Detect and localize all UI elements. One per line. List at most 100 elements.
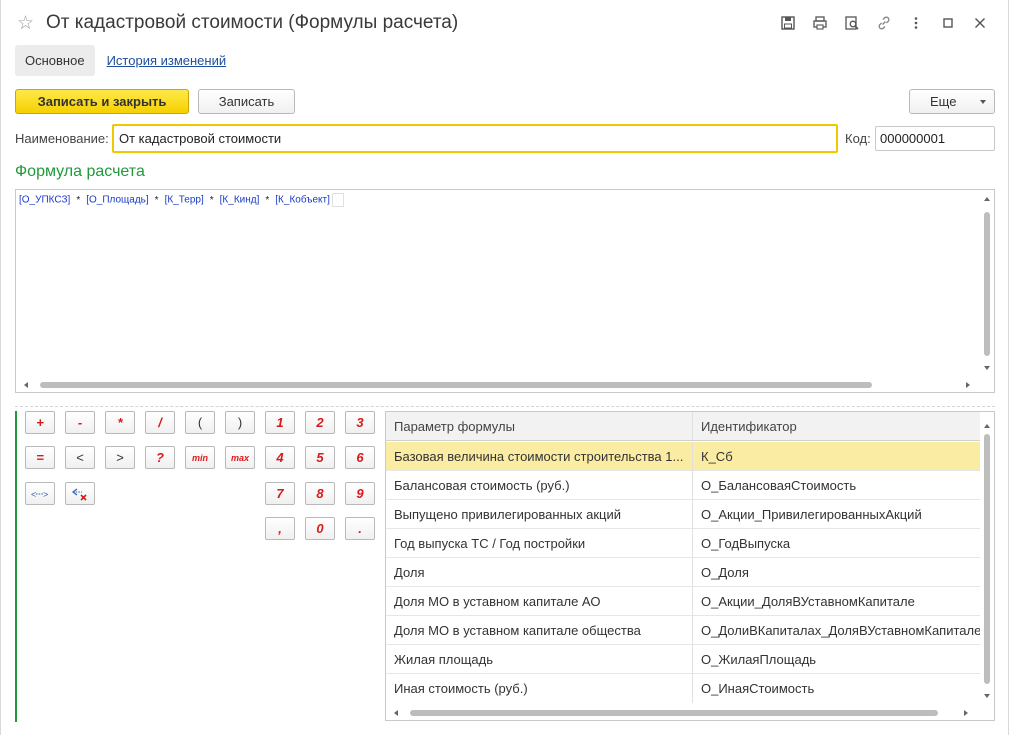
more-vertical-icon[interactable] — [900, 12, 932, 34]
table-vertical-scrollbar[interactable] — [980, 412, 994, 707]
calc-divide-button[interactable]: / — [145, 411, 175, 434]
calc-digit-2-button[interactable]: 2 — [305, 411, 335, 434]
scroll-right-icon[interactable] — [966, 382, 970, 388]
scroll-thumb[interactable] — [984, 212, 990, 356]
calc-digit-3-button[interactable]: 3 — [345, 411, 375, 434]
table-row[interactable]: Доля О_Доля — [386, 558, 980, 587]
write-and-close-button[interactable]: Записать и закрыть — [15, 89, 189, 114]
param-cell: Доля — [386, 558, 693, 586]
table-row[interactable]: Доля МО в уставном капитале общества О_Д… — [386, 616, 980, 645]
calc-multiply-button[interactable]: * — [105, 411, 135, 434]
id-cell: О_БалансоваяСтоимость — [701, 477, 857, 493]
section-divider — [15, 406, 995, 407]
title-bar: ☆ От кадастровой стоимости (Формулы расч… — [1, 0, 1008, 46]
calc-swap-button[interactable]: < > — [25, 482, 55, 505]
table-row[interactable]: Доля МО в уставном капитале АО О_Акции_Д… — [386, 587, 980, 616]
calc-clear-button[interactable] — [65, 482, 95, 505]
scroll-down-icon[interactable] — [984, 366, 990, 370]
table-row[interactable]: Выпущено привилегированных акций О_Акции… — [386, 500, 980, 529]
write-button[interactable]: Записать — [198, 89, 295, 114]
calc-minus-button[interactable]: - — [65, 411, 95, 434]
calc-open-paren-button[interactable]: ( — [185, 411, 215, 434]
scroll-left-icon[interactable] — [24, 382, 28, 388]
id-cell: К_Сб — [701, 448, 733, 464]
column-header-id[interactable]: Идентификатор — [693, 412, 980, 440]
formula-operator: * — [209, 194, 214, 206]
id-cell: О_Акции_ДоляВУставномКапитале — [701, 593, 915, 609]
scroll-down-icon[interactable] — [984, 694, 990, 698]
svg-text:>: > — [43, 489, 48, 499]
print-icon[interactable] — [804, 12, 836, 34]
close-icon[interactable] — [964, 12, 996, 34]
table-row[interactable]: Жилая площадь О_ЖилаяПлощадь — [386, 645, 980, 674]
chevron-down-icon — [980, 100, 986, 104]
scroll-left-icon[interactable] — [394, 710, 398, 716]
table-row[interactable]: Базовая величина стоимости строительства… — [386, 442, 980, 471]
formula-horizontal-scrollbar[interactable] — [16, 378, 982, 392]
more-button[interactable]: Еще — [909, 89, 995, 114]
calc-close-paren-button[interactable]: ) — [225, 411, 255, 434]
formula-params-table[interactable]: Параметр формулы Идентификатор Базовая в… — [385, 411, 995, 721]
formula-editor[interactable]: [О_УПКСЗ] * [О_Площадь] * [К_Терр] * [К_Кинд] *… — [15, 189, 995, 393]
calc-greater-button[interactable]: > — [105, 446, 135, 469]
table-horizontal-scrollbar[interactable] — [386, 706, 980, 720]
favorite-star-icon[interactable]: ☆ — [17, 12, 34, 35]
calc-digit-9-button[interactable]: 9 — [345, 482, 375, 505]
id-cell: О_Акции_ПривилегированныхАкций — [701, 506, 922, 522]
title-bar-actions — [772, 12, 996, 34]
calc-less-button[interactable]: < — [65, 446, 95, 469]
id-cell: О_Доля — [701, 564, 749, 580]
calc-comma-button[interactable]: , — [265, 517, 295, 540]
calc-digit-5-button[interactable]: 5 — [305, 446, 335, 469]
calc-digit-6-button[interactable]: 6 — [345, 446, 375, 469]
param-cell: Балансовая стоимость (руб.) — [386, 471, 693, 499]
calc-digit-8-button[interactable]: 8 — [305, 482, 335, 505]
scroll-thumb[interactable] — [40, 382, 872, 388]
save-disk-icon[interactable] — [772, 12, 804, 34]
svg-text:<: < — [31, 489, 36, 499]
formula-operator: * — [265, 194, 270, 206]
param-cell: Год выпуска ТС / Год постройки — [386, 529, 693, 557]
formula-token: [К_Кобъект] — [275, 194, 330, 206]
tab-history[interactable]: История изменений — [107, 53, 227, 68]
scroll-thumb[interactable] — [410, 710, 938, 716]
id-cell: О_ГодВыпуска — [701, 535, 791, 551]
formula-operator: * — [76, 194, 81, 206]
link-icon[interactable] — [868, 12, 900, 34]
param-cell: Доля МО в уставном капитале АО — [386, 587, 693, 615]
formula-text[interactable]: [О_УПКСЗ] * [О_Площадь] * [К_Терр] * [К_Кинд] *… — [19, 193, 344, 207]
param-cell: Базовая величина стоимости строительства… — [386, 442, 693, 470]
table-row[interactable]: Иная стоимость (руб.) О_ИнаяСтоимость — [386, 674, 980, 703]
calc-digit-4-button[interactable]: 4 — [265, 446, 295, 469]
calc-digit-1-button[interactable]: 1 — [265, 411, 295, 434]
text-cursor — [331, 193, 344, 207]
more-button-label: Еще — [930, 94, 957, 109]
scroll-up-icon[interactable] — [984, 424, 990, 428]
form-tabs: Основное История изменений — [15, 44, 226, 76]
calc-min-button[interactable]: min — [185, 446, 215, 469]
maximize-icon[interactable] — [932, 12, 964, 34]
formula-operator: * — [154, 194, 159, 206]
calc-condition-button[interactable]: ? — [145, 446, 175, 469]
column-header-param[interactable]: Параметр формулы — [386, 412, 693, 440]
formula-vertical-scrollbar[interactable] — [980, 190, 994, 380]
table-row[interactable]: Балансовая стоимость (руб.) О_Балансовая… — [386, 471, 980, 500]
calc-plus-button[interactable]: + — [25, 411, 55, 434]
preview-icon[interactable] — [836, 12, 868, 34]
calc-max-button[interactable]: max — [225, 446, 255, 469]
scroll-up-icon[interactable] — [984, 197, 990, 201]
scroll-thumb[interactable] — [984, 434, 990, 684]
table-row[interactable]: Год выпуска ТС / Год постройки О_ГодВыпу… — [386, 529, 980, 558]
name-input[interactable] — [112, 124, 838, 153]
calc-digit-0-button[interactable]: 0 — [305, 517, 335, 540]
param-cell: Иная стоимость (руб.) — [386, 674, 693, 703]
scroll-right-icon[interactable] — [964, 710, 968, 716]
formula-token: [К_Терр] — [164, 194, 204, 206]
name-label: Наименование: — [15, 131, 109, 146]
param-cell: Жилая площадь — [386, 645, 693, 673]
tab-main[interactable]: Основное — [15, 44, 95, 76]
code-input[interactable] — [875, 126, 995, 151]
calc-digit-7-button[interactable]: 7 — [265, 482, 295, 505]
calc-dot-button[interactable]: . — [345, 517, 375, 540]
calc-equals-button[interactable]: = — [25, 446, 55, 469]
